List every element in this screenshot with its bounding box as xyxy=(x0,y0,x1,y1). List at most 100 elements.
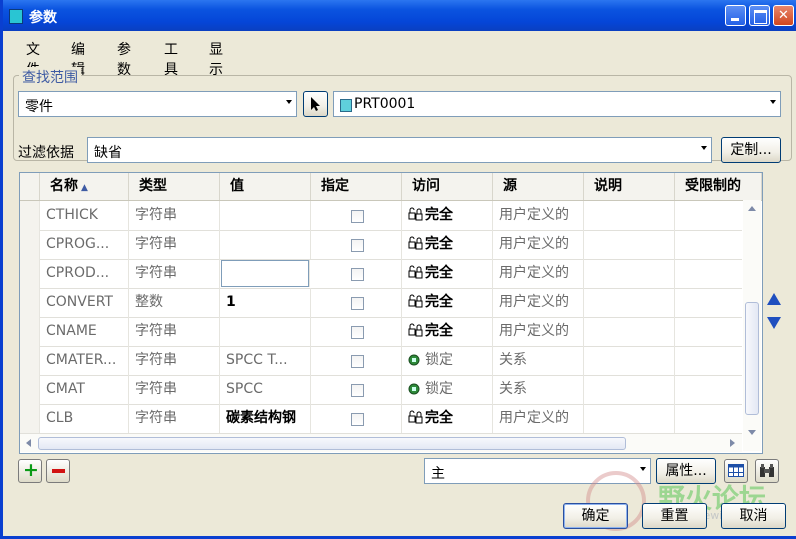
cell-value[interactable]: SPCC T... xyxy=(220,346,311,375)
designate-checkbox[interactable] xyxy=(351,384,364,397)
cell-value[interactable] xyxy=(220,230,311,259)
scope-object-select[interactable]: PRT0001 xyxy=(333,91,781,117)
cell-designate[interactable] xyxy=(311,375,402,404)
cell-name[interactable]: CMAT xyxy=(40,375,129,404)
cell-source[interactable]: 用户定义的 xyxy=(493,230,584,259)
cell-source[interactable]: 用户定义的 xyxy=(493,404,584,433)
cell-type[interactable]: 字符串 xyxy=(129,230,220,259)
cell-name[interactable]: CMATER... xyxy=(40,346,129,375)
add-parameter-button[interactable]: + xyxy=(18,459,42,483)
cell-source[interactable]: 用户定义的 xyxy=(493,201,584,230)
cell-description[interactable] xyxy=(584,259,675,288)
cell-value[interactable] xyxy=(221,260,310,287)
cell-designate[interactable] xyxy=(311,201,402,230)
cell-value[interactable] xyxy=(220,201,311,230)
customize-button[interactable]: 定制... xyxy=(721,137,781,163)
cell-designate[interactable] xyxy=(311,346,402,375)
designate-checkbox[interactable] xyxy=(351,210,364,223)
horizontal-scrollbar[interactable] xyxy=(20,434,742,452)
column-header-designate[interactable]: 指定 xyxy=(311,173,402,200)
table-row[interactable]: CMATER... 字符串 SPCC T... 锁定 关系 xyxy=(20,346,742,376)
cell-type[interactable]: 字符串 xyxy=(129,201,220,230)
cell-description[interactable] xyxy=(584,346,675,375)
cell-type[interactable]: 字符串 xyxy=(129,404,220,433)
scope-type-select[interactable]: 零件 xyxy=(18,91,297,117)
cell-source[interactable]: 关系 xyxy=(493,346,584,375)
table-row[interactable]: CMAT 字符串 SPCC 锁定 关系 xyxy=(20,375,742,405)
designate-checkbox[interactable] xyxy=(351,413,364,426)
cell-source[interactable]: 用户定义的 xyxy=(493,259,584,288)
row-header[interactable] xyxy=(20,375,40,404)
ok-button[interactable]: 确定 xyxy=(563,503,628,529)
cell-type[interactable]: 整数 xyxy=(129,288,220,317)
cell-type[interactable]: 字符串 xyxy=(129,317,220,346)
cell-access[interactable]: 锁定 xyxy=(402,346,493,375)
cell-designate[interactable] xyxy=(311,317,402,346)
cell-description[interactable] xyxy=(584,288,675,317)
designate-checkbox[interactable] xyxy=(351,297,364,310)
cell-source[interactable]: 关系 xyxy=(493,375,584,404)
vertical-scroll-thumb[interactable] xyxy=(745,302,759,415)
column-header-description[interactable]: 说明 xyxy=(584,173,675,200)
cell-description[interactable] xyxy=(584,230,675,259)
column-header-access[interactable]: 访问 xyxy=(402,173,493,200)
cell-designate[interactable] xyxy=(311,288,402,317)
delete-parameter-button[interactable] xyxy=(46,459,70,483)
cell-description[interactable] xyxy=(584,317,675,346)
cell-type[interactable]: 字符串 xyxy=(129,375,220,404)
table-row[interactable]: CPROD... 字符串 完全 用户定义的 xyxy=(20,259,742,289)
cell-description[interactable] xyxy=(584,404,675,433)
cell-name[interactable]: CLB xyxy=(40,404,129,433)
cell-value[interactable]: 碳素结构钢 xyxy=(220,404,311,433)
cell-name[interactable]: CTHICK xyxy=(40,201,129,230)
column-header-restricted[interactable]: 受限制的 xyxy=(675,173,762,200)
designate-checkbox[interactable] xyxy=(351,239,364,252)
cancel-button[interactable]: 取消 xyxy=(721,503,786,529)
table-row[interactable]: CPROG... 字符串 完全 用户定义的 xyxy=(20,230,742,260)
row-header[interactable] xyxy=(20,230,40,259)
table-row[interactable]: CNAME 字符串 完全 用户定义的 xyxy=(20,317,742,347)
column-header-source[interactable]: 源 xyxy=(493,173,584,200)
cell-description[interactable] xyxy=(584,201,675,230)
cell-name[interactable]: CPROD... xyxy=(40,259,129,288)
minimize-button[interactable] xyxy=(725,5,746,26)
cell-access[interactable]: 完全 xyxy=(402,201,493,230)
column-header-type[interactable]: 类型 xyxy=(129,173,220,200)
title-bar[interactable]: 参数 ✕ xyxy=(3,0,796,31)
cell-source[interactable]: 用户定义的 xyxy=(493,288,584,317)
move-up-icon[interactable] xyxy=(767,293,781,305)
scroll-right-icon[interactable] xyxy=(730,439,735,447)
cell-designate[interactable] xyxy=(311,259,402,288)
horizontal-scroll-thumb[interactable] xyxy=(38,437,626,450)
menu-display[interactable]: 显示 xyxy=(209,39,223,79)
maximize-button[interactable] xyxy=(749,5,770,26)
cell-designate[interactable] xyxy=(311,230,402,259)
row-header[interactable] xyxy=(20,201,40,230)
cell-access[interactable]: 完全 xyxy=(402,317,493,346)
menu-tools[interactable]: 工具 xyxy=(164,39,178,79)
cell-access[interactable]: 完全 xyxy=(402,259,493,288)
close-button[interactable]: ✕ xyxy=(773,5,794,26)
cell-source[interactable]: 用户定义的 xyxy=(493,317,584,346)
designate-checkbox[interactable] xyxy=(351,268,364,281)
cell-designate[interactable] xyxy=(311,404,402,433)
scroll-down-icon[interactable] xyxy=(748,430,756,435)
cell-type[interactable]: 字符串 xyxy=(129,259,220,288)
reset-button[interactable]: 重置 xyxy=(642,503,707,529)
column-header-value[interactable]: 值 xyxy=(220,173,311,200)
row-header[interactable] xyxy=(20,259,40,288)
cell-access[interactable]: 完全 xyxy=(402,404,493,433)
designate-checkbox[interactable] xyxy=(351,355,364,368)
cell-name[interactable]: CNAME xyxy=(40,317,129,346)
move-down-icon[interactable] xyxy=(767,317,781,329)
cell-access[interactable]: 完全 xyxy=(402,288,493,317)
row-header[interactable] xyxy=(20,317,40,346)
cell-name[interactable]: CPROG... xyxy=(40,230,129,259)
scroll-left-icon[interactable] xyxy=(26,439,31,447)
cell-name[interactable]: CONVERT xyxy=(40,288,129,317)
row-header[interactable] xyxy=(20,346,40,375)
table-row[interactable]: CTHICK 字符串 完全 用户定义的 xyxy=(20,201,742,231)
menu-parameters[interactable]: 参数 xyxy=(117,39,131,79)
table-row[interactable]: CONVERT 整数 1 完全 用户定义的 xyxy=(20,288,742,318)
table-row[interactable]: CLB 字符串 碳素结构钢 完全 用户定义的 xyxy=(20,404,742,434)
